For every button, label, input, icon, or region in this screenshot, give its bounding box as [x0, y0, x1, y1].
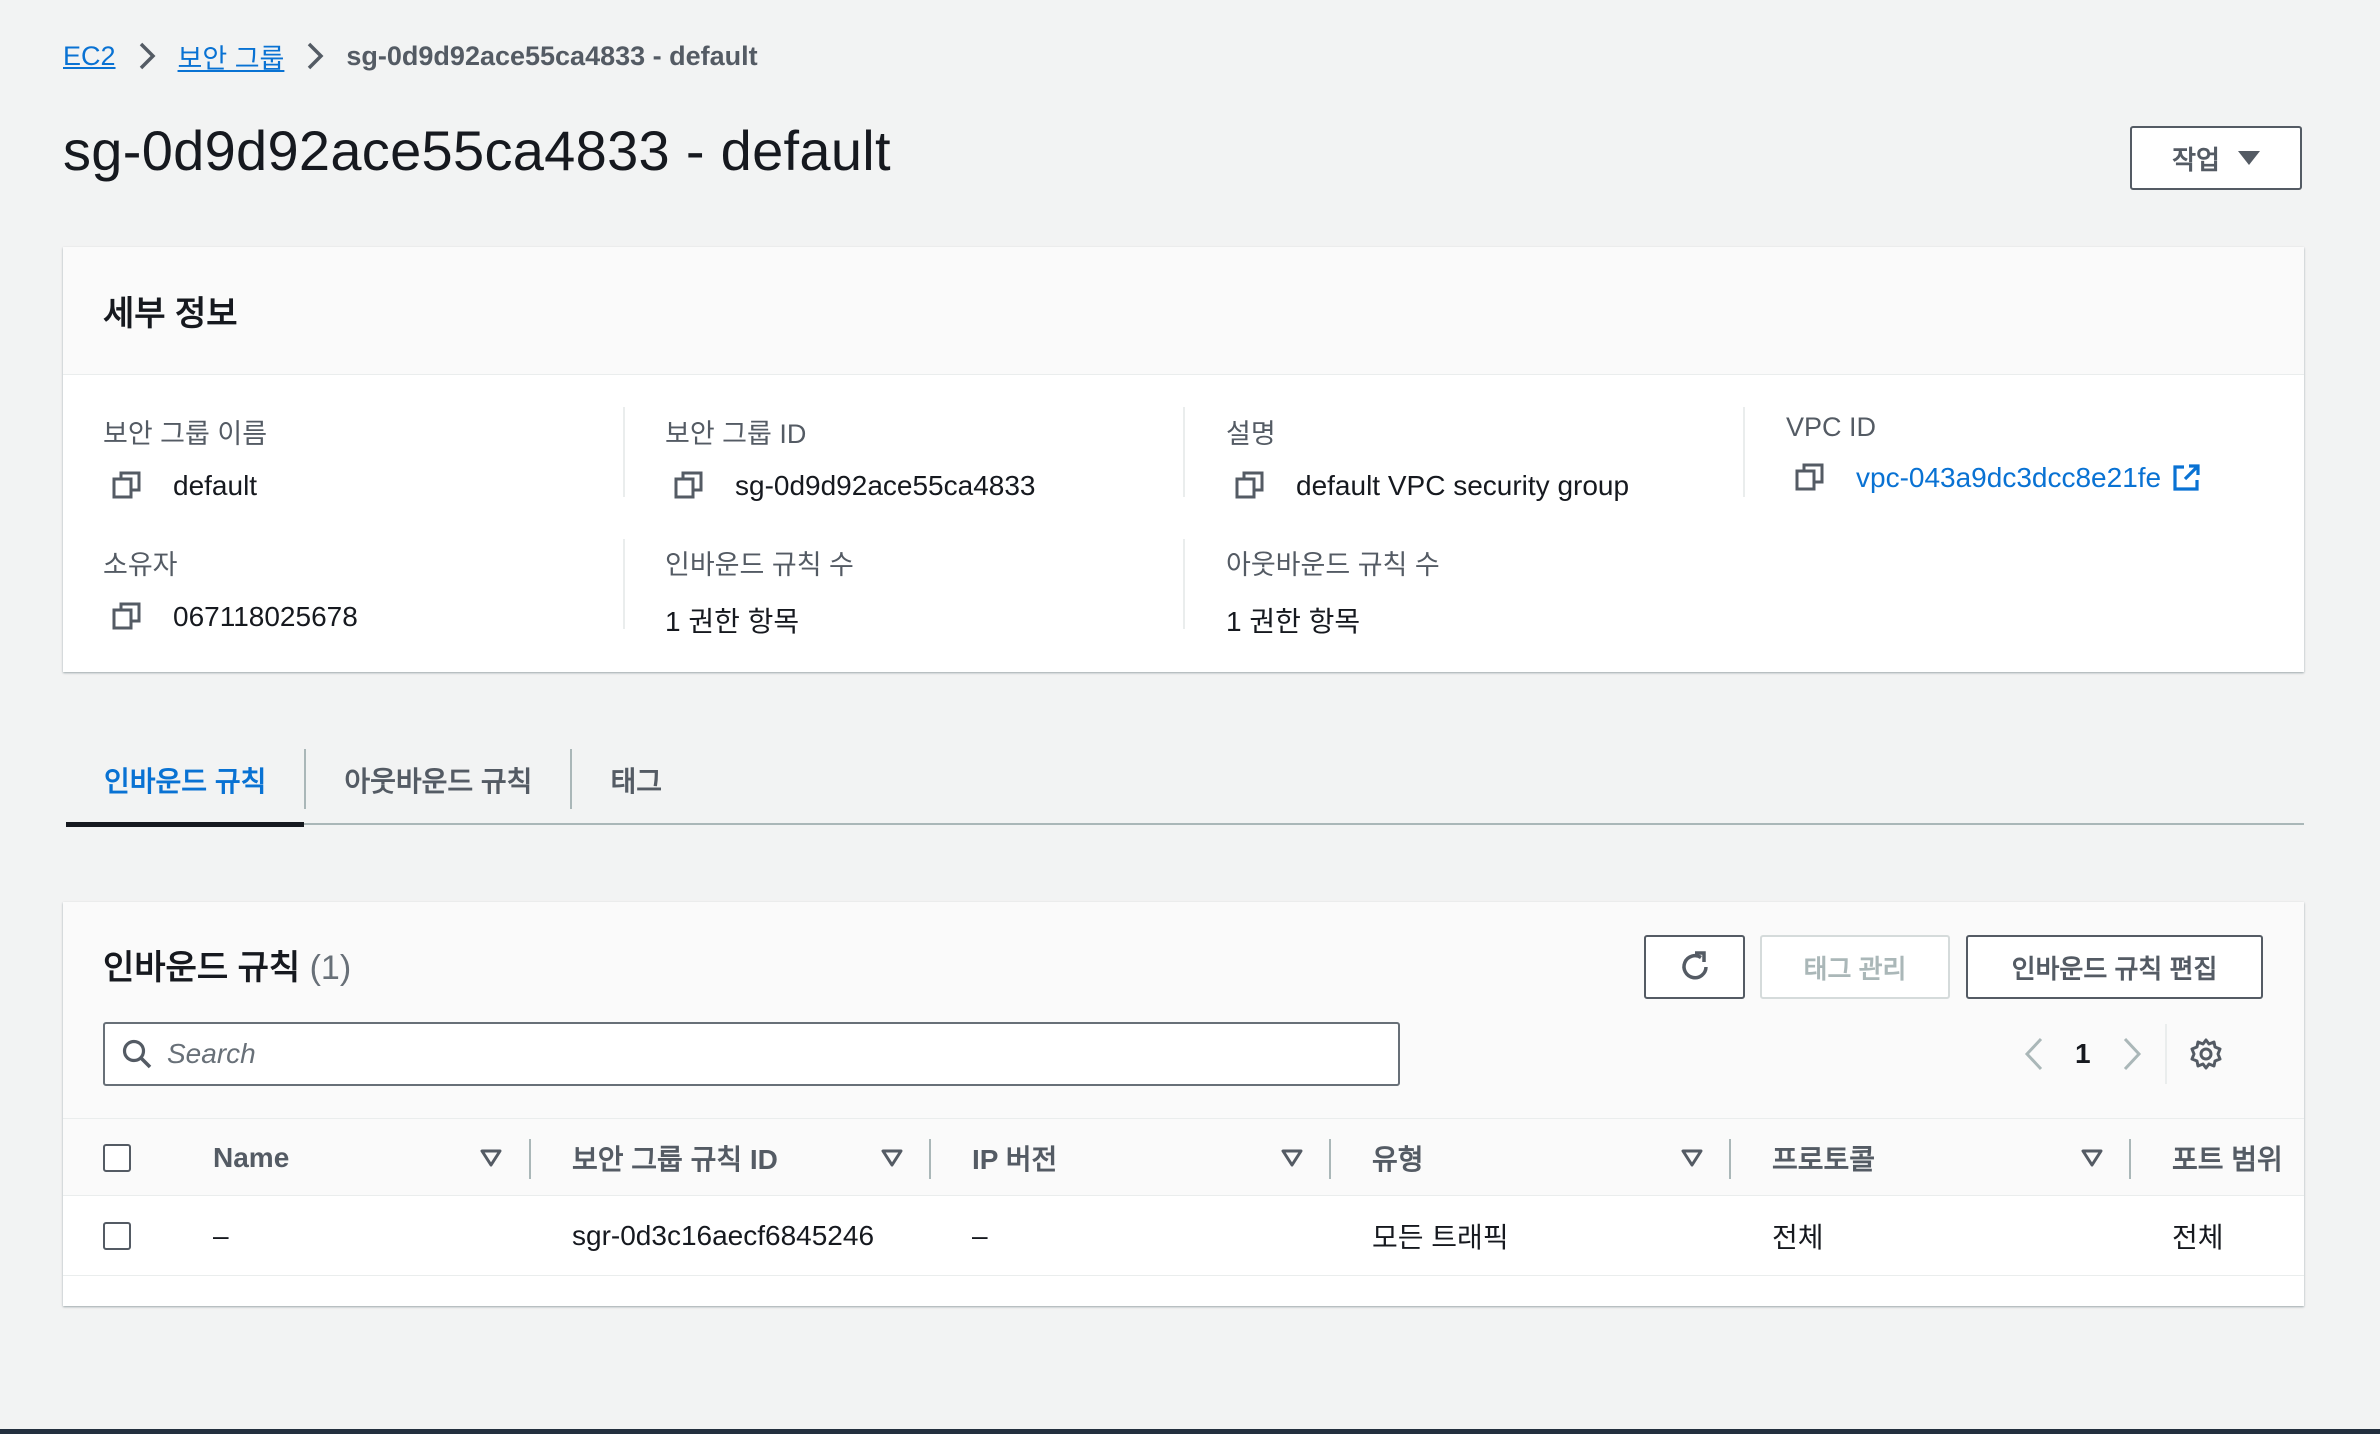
- tab-tags[interactable]: 태그: [572, 735, 700, 825]
- field-label: 인바운드 규칙 수: [665, 550, 854, 580]
- inbound-rules-panel: 인바운드 규칙 (1) 태그 관리 인바운드 규칙 편집 1: [63, 902, 2304, 1306]
- table-row[interactable]: – sgr-0d3c16aecf6845246 – 모든 트래픽 전체 전체: [63, 1196, 2304, 1276]
- select-all-checkbox[interactable]: [103, 1144, 131, 1172]
- column-divider: [1183, 407, 1185, 497]
- field-label: 보안 그룹 이름: [103, 419, 268, 449]
- column-divider: [623, 407, 625, 497]
- page-title: sg-0d9d92ace55ca4833 - default: [63, 119, 891, 182]
- column-divider: [1729, 1139, 1731, 1179]
- details-header: 세부 정보: [63, 247, 2304, 375]
- field-owner: 소유자 067118025678: [103, 543, 358, 634]
- field-label: 설명: [1226, 419, 1276, 449]
- search-field: [103, 1022, 1400, 1086]
- field-outbound-count: 아웃바운드 규칙 수 1 권한 항목: [1226, 543, 1440, 640]
- field-value: 1 권한 항목: [665, 606, 800, 637]
- external-link-icon[interactable]: [2171, 463, 2201, 493]
- copy-icon[interactable]: [673, 469, 707, 503]
- chevron-right-icon: [306, 41, 324, 71]
- sort-icon[interactable]: [1681, 1119, 1703, 1197]
- column-divider: [929, 1139, 931, 1179]
- sort-icon[interactable]: [1281, 1119, 1303, 1197]
- inbound-rules-header: 인바운드 규칙 (1) 태그 관리 인바운드 규칙 편집 1: [63, 902, 2304, 1118]
- manage-tags-button[interactable]: 태그 관리: [1760, 935, 1950, 999]
- chevron-right-icon: [138, 41, 156, 71]
- bottom-bar: [0, 1429, 2380, 1434]
- edit-inbound-rules-button[interactable]: 인바운드 규칙 편집: [1966, 935, 2263, 999]
- page-number[interactable]: 1: [2075, 1038, 2091, 1070]
- sort-icon[interactable]: [881, 1119, 903, 1197]
- column-divider: [2129, 1139, 2131, 1179]
- column-header-type[interactable]: 유형: [1372, 1119, 1424, 1197]
- details-panel: 세부 정보 보안 그룹 이름 default 보안 그룹 ID sg-0d9d9…: [63, 247, 2304, 672]
- sort-icon[interactable]: [2081, 1119, 2103, 1197]
- cell-rule-id: sgr-0d3c16aecf6845246: [572, 1220, 875, 1251]
- field-group-id: 보안 그룹 ID sg-0d9d92ace55ca4833: [665, 412, 1035, 503]
- field-value: default: [173, 470, 258, 501]
- pagination: 1: [2023, 1024, 2223, 1084]
- refresh-button[interactable]: [1644, 935, 1745, 999]
- row-checkbox[interactable]: [103, 1222, 131, 1250]
- cell-type: 모든 트래픽: [1372, 1222, 1509, 1253]
- column-divider: [1743, 407, 1745, 497]
- breadcrumb: EC2 보안 그룹 sg-0d9d92ace55ca4833 - default: [63, 36, 758, 76]
- sort-icon[interactable]: [480, 1119, 502, 1197]
- tab-outbound-rules[interactable]: 아웃바운드 규칙: [306, 735, 570, 825]
- table-header: Name 보안 그룹 규칙 ID IP 버전 유형 프로토콜 포트 범위: [63, 1118, 2304, 1196]
- column-header-ip-version[interactable]: IP 버전: [972, 1119, 1057, 1197]
- pager-divider: [2164, 1024, 2167, 1084]
- vpc-id-link[interactable]: vpc-043a9dc3dcc8e21fe: [1856, 462, 2161, 494]
- field-group-name: 보안 그룹 이름 default: [103, 412, 267, 503]
- actions-dropdown-button[interactable]: 작업: [2130, 126, 2302, 190]
- cell-port-range: 전체: [2172, 1222, 2224, 1253]
- copy-icon[interactable]: [111, 600, 145, 634]
- field-value: 1 권한 항목: [1226, 606, 1361, 637]
- breadcrumb-link-ec2[interactable]: EC2: [63, 41, 116, 72]
- field-value: sg-0d9d92ace55ca4833: [735, 470, 1036, 501]
- search-input[interactable]: [167, 1038, 1367, 1070]
- breadcrumb-link-security-groups[interactable]: 보안 그룹: [178, 37, 285, 76]
- caret-down-icon: [2237, 151, 2260, 165]
- chevron-left-icon[interactable]: [2023, 1036, 2045, 1072]
- field-label: 아웃바운드 규칙 수: [1226, 550, 1440, 580]
- field-label: 소유자: [103, 550, 178, 580]
- cell-protocol: 전체: [1772, 1222, 1824, 1253]
- details-heading: 세부 정보: [103, 295, 238, 333]
- gear-icon[interactable]: [2189, 1037, 2223, 1071]
- actions-label: 작업: [2172, 144, 2220, 175]
- column-header-name[interactable]: Name: [213, 1119, 289, 1197]
- chevron-right-icon[interactable]: [2121, 1036, 2143, 1072]
- cell-ip-version: –: [972, 1220, 988, 1251]
- column-divider: [1329, 1139, 1331, 1179]
- copy-icon[interactable]: [1234, 469, 1268, 503]
- field-value: default VPC security group: [1296, 470, 1630, 501]
- rules-count: (1): [309, 949, 352, 987]
- copy-icon[interactable]: [111, 469, 145, 503]
- column-header-rule-id[interactable]: 보안 그룹 규칙 ID: [572, 1119, 778, 1197]
- search-icon: [121, 1038, 153, 1070]
- field-label: VPC ID: [1786, 412, 1877, 442]
- column-header-port-range[interactable]: 포트 범위: [2172, 1119, 2283, 1197]
- refresh-icon: [1677, 949, 1713, 985]
- rules-title-text: 인바운드 규칙: [103, 949, 301, 987]
- field-value: 067118025678: [173, 601, 358, 632]
- copy-icon[interactable]: [1794, 461, 1828, 495]
- tab-bar: 인바운드 규칙 아웃바운드 규칙 태그: [66, 735, 2304, 827]
- field-description: 설명 default VPC security group: [1226, 412, 1629, 503]
- field-vpc-id: VPC ID vpc-043a9dc3dcc8e21fe: [1786, 412, 2201, 495]
- cell-name: –: [213, 1220, 229, 1251]
- tab-inbound-rules[interactable]: 인바운드 규칙: [66, 735, 305, 827]
- column-divider: [529, 1139, 531, 1179]
- field-label: 보안 그룹 ID: [665, 419, 807, 449]
- column-divider: [623, 539, 625, 629]
- breadcrumb-current: sg-0d9d92ace55ca4833 - default: [346, 40, 758, 71]
- column-divider: [1183, 539, 1185, 629]
- inbound-rules-title: 인바운드 규칙 (1): [103, 940, 351, 989]
- field-inbound-count: 인바운드 규칙 수 1 권한 항목: [665, 543, 854, 640]
- column-header-protocol[interactable]: 프로토콜: [1772, 1119, 1875, 1197]
